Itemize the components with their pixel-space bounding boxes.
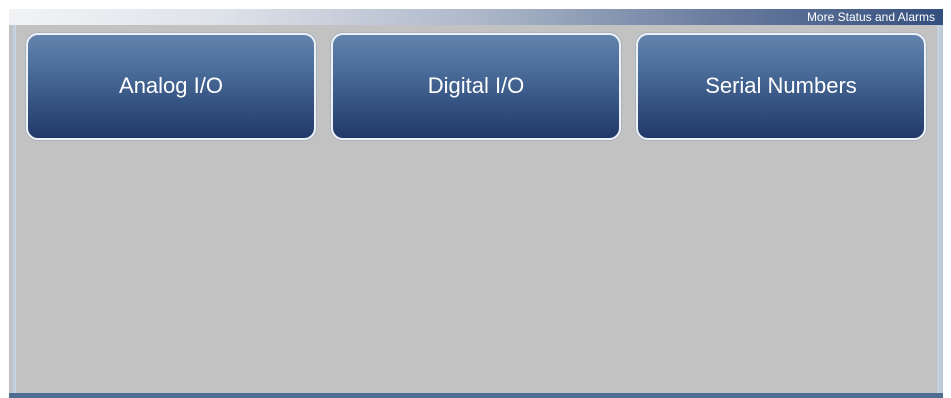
instrument-screen: More Status and Alarms Analog I/O Digita… <box>9 9 943 398</box>
page-title: More Status and Alarms <box>806 10 935 24</box>
serial-numbers-button[interactable]: Serial Numbers <box>636 33 926 140</box>
analog-io-button[interactable]: Analog I/O <box>26 33 316 140</box>
left-frame-edge <box>9 9 16 398</box>
bottom-status-strip <box>9 393 943 398</box>
digital-io-button-label: Digital I/O <box>427 73 525 98</box>
analog-io-button-label: Analog I/O <box>119 73 223 98</box>
right-frame-edge <box>937 9 943 398</box>
title-bar: More Status and Alarms <box>9 9 943 25</box>
serial-numbers-button-label: Serial Numbers <box>705 73 857 98</box>
digital-io-button[interactable]: Digital I/O <box>331 33 621 140</box>
